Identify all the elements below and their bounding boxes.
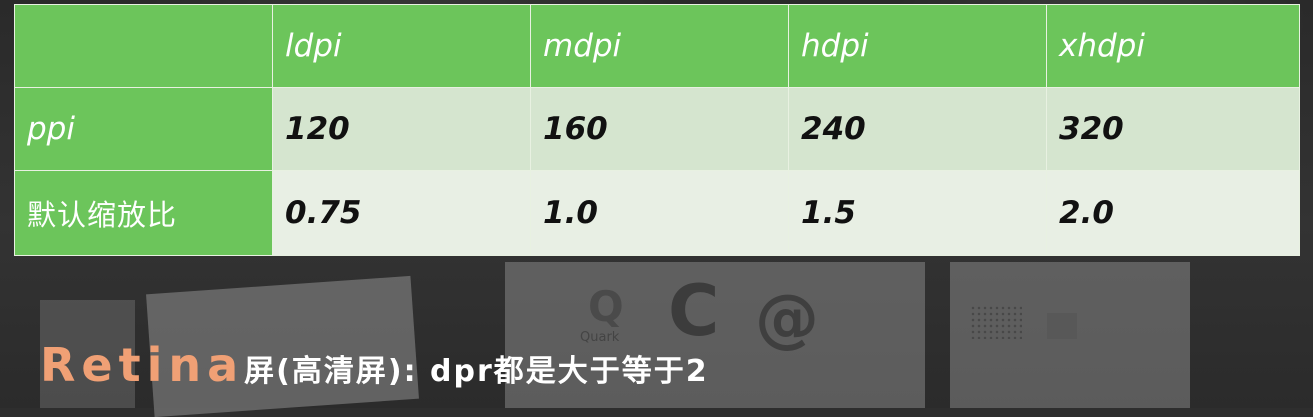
row-label-scale: 默认缩放比	[14, 170, 273, 256]
table-corner-cell	[14, 4, 273, 88]
table-cell: 240	[788, 87, 1047, 171]
table-cell: 1.0	[530, 170, 789, 256]
square-logo-icon	[1047, 313, 1077, 339]
column-header-hdpi: hdpi	[788, 4, 1047, 88]
caption-text: 屏(高清屏): dpr都是大于等于2	[244, 354, 709, 389]
table-row: ppi 120 160 240 320	[14, 87, 1300, 171]
column-header-ldpi: ldpi	[272, 4, 531, 88]
at-logo-icon: @	[755, 282, 819, 356]
dot-grid-decoration	[970, 305, 1022, 339]
row-label-ppi: ppi	[14, 87, 273, 171]
subtitle-caption: Retina 屏(高清屏): dpr都是大于等于2	[40, 338, 709, 398]
table-cell: 2.0	[1046, 170, 1300, 256]
caption-brand: Retina	[40, 338, 245, 392]
table-cell: 0.75	[272, 170, 531, 256]
column-header-xhdpi: xhdpi	[1046, 4, 1300, 88]
table-cell: 120	[272, 87, 531, 171]
table-row: 默认缩放比 0.75 1.0 1.5 2.0	[14, 170, 1300, 256]
table-cell: 320	[1046, 87, 1300, 171]
quark-logo-icon: Q	[588, 282, 624, 331]
table-cell: 160	[530, 87, 789, 171]
dpi-table: ldpi mdpi hdpi xhdpi ppi 120 160 240 320…	[14, 4, 1300, 256]
table-header-row: ldpi mdpi hdpi xhdpi	[14, 4, 1300, 88]
column-header-mdpi: mdpi	[530, 4, 789, 88]
table-cell: 1.5	[788, 170, 1047, 256]
